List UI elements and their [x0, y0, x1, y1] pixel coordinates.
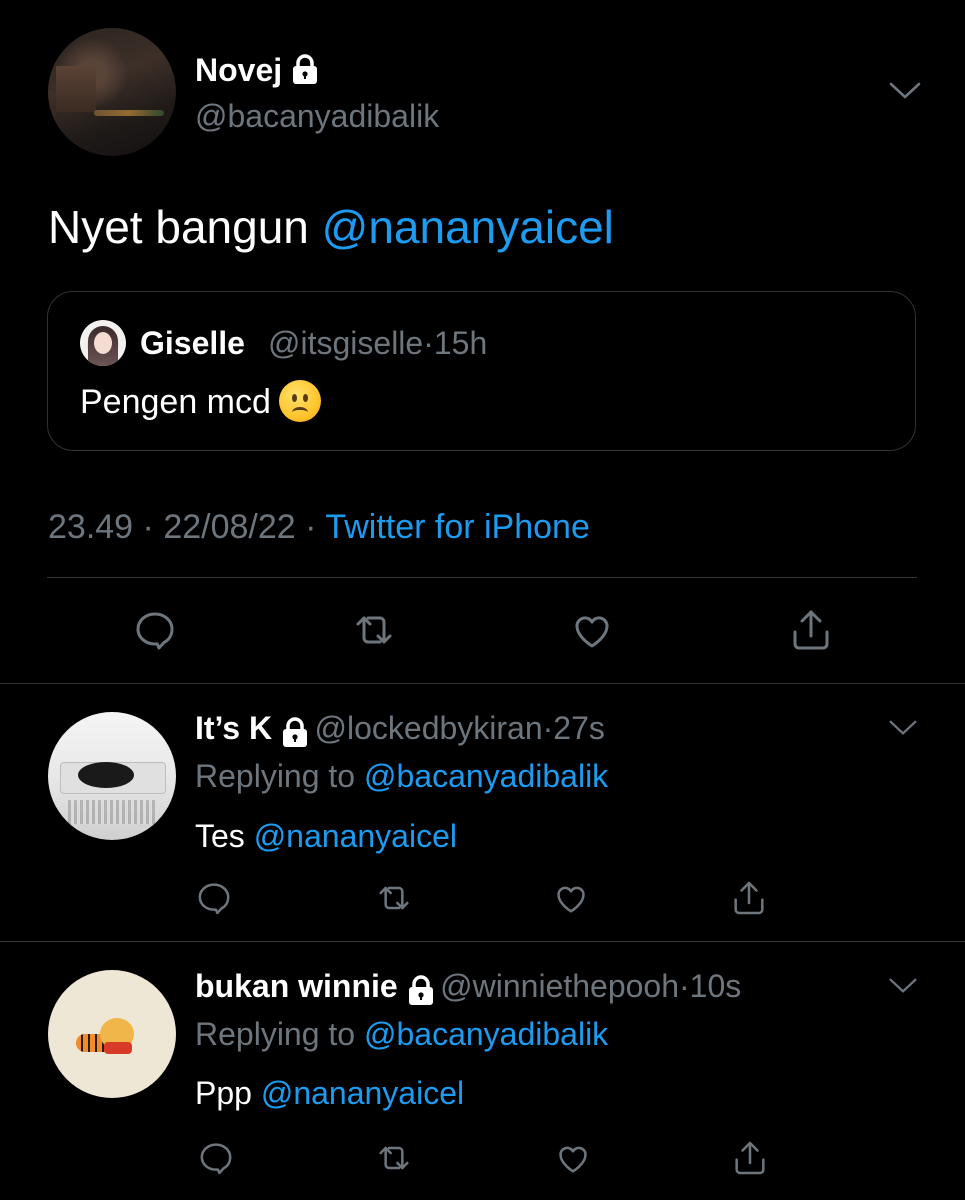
quoted-tweet-text: Pengen mcd	[80, 380, 321, 425]
chevron-down-icon[interactable]	[888, 80, 922, 107]
replying-to-label: Replying to	[195, 758, 356, 794]
tweet-text: Nyet bangun @nananyaicel	[48, 200, 614, 254]
quoted-tweet-time: 15h	[433, 325, 488, 361]
reply-header: It’s K @lockedbykiran·27s	[195, 710, 605, 753]
reply-author-handle[interactable]: @lockedbykiran	[315, 710, 543, 746]
replying-to-handle[interactable]: @bacanyadibalik	[364, 1016, 608, 1052]
reply-author-name[interactable]: bukan winnie	[195, 968, 398, 1004]
replying-to-handle[interactable]: @bacanyadibalik	[364, 758, 608, 794]
reply-author-avatar[interactable]	[48, 712, 176, 840]
reply-mention[interactable]: @nananyaicel	[254, 818, 457, 854]
reply-icon[interactable]	[194, 878, 234, 918]
meta-divider	[47, 577, 917, 578]
reply-text: Ppp @nananyaicel	[195, 1075, 464, 1112]
heart-icon[interactable]	[551, 878, 591, 918]
tweet-body: Nyet bangun	[48, 201, 309, 253]
reply-header: bukan winnie @winniethepooh·10s	[195, 968, 741, 1011]
replying-to-line: Replying to @bacanyadibalik	[195, 758, 608, 795]
separator-dot: ·	[542, 710, 554, 746]
tweet-mention[interactable]: @nananyaicel	[322, 201, 614, 253]
avatar-lights-detail	[94, 110, 164, 116]
lock-icon	[406, 974, 436, 1011]
reply-text: Tes @nananyaicel	[195, 818, 457, 855]
avatar-face-detail	[94, 332, 112, 354]
tweet-meta: 23.49 · 22/08/22 · Twitter for iPhone	[48, 508, 590, 547]
reply-divider	[0, 941, 965, 942]
author-avatar[interactable]	[48, 28, 176, 156]
lock-icon	[290, 53, 320, 93]
quoted-tweet-body: Pengen mcd	[80, 383, 271, 421]
heart-icon[interactable]	[568, 606, 616, 654]
quoted-tweet-card[interactable]	[47, 291, 916, 451]
reply-time: 10s	[689, 968, 742, 1004]
share-icon[interactable]	[787, 606, 835, 654]
reply-author-handle[interactable]: @winniethepooh	[440, 968, 679, 1004]
reply-icon[interactable]	[131, 606, 179, 654]
tweet-date: 22/08/22	[163, 508, 296, 546]
quoted-author-avatar[interactable]	[80, 320, 126, 366]
separator-dot: ·	[679, 968, 690, 1004]
avatar-record-detail	[78, 762, 134, 788]
author-handle[interactable]: @bacanyadibalik	[195, 98, 439, 135]
chevron-down-icon[interactable]	[888, 976, 918, 1001]
retweet-icon[interactable]	[374, 1138, 414, 1178]
reply-mention[interactable]: @nananyaicel	[261, 1075, 464, 1111]
tweet-divider	[0, 683, 965, 684]
share-icon[interactable]	[730, 1138, 770, 1178]
separator-dot: ·	[305, 508, 317, 546]
reply-time: 27s	[553, 710, 605, 746]
separator-dot: ·	[142, 508, 154, 546]
reply-author-avatar[interactable]	[48, 970, 176, 1098]
author-name-text: Novej	[195, 52, 283, 88]
tweet-source-link[interactable]: Twitter for iPhone	[325, 508, 590, 546]
reply-body: Ppp	[195, 1075, 252, 1111]
tweet-time: 23.49	[48, 508, 134, 546]
share-icon[interactable]	[729, 878, 769, 918]
replying-to-label: Replying to	[195, 1016, 356, 1052]
lock-icon	[280, 716, 310, 753]
emoji-mouth-detail	[291, 407, 308, 418]
quoted-author-handle: @itsgiselle	[268, 325, 424, 361]
slightly-frowning-face-emoji	[278, 380, 321, 423]
avatar-shirt-detail	[104, 1042, 132, 1054]
avatar-window-detail	[56, 66, 96, 112]
reply-author-name[interactable]: It’s K	[195, 710, 272, 746]
chevron-down-icon[interactable]	[888, 718, 918, 743]
reply-body: Tes	[195, 818, 245, 854]
quoted-author-name: Giselle	[140, 325, 245, 361]
reply-icon[interactable]	[196, 1138, 236, 1178]
separator-dot: ·	[423, 325, 434, 361]
heart-icon[interactable]	[553, 1138, 593, 1178]
quoted-author-meta: @itsgiselle·15h	[268, 325, 487, 362]
retweet-icon[interactable]	[350, 606, 398, 654]
replying-to-line: Replying to @bacanyadibalik	[195, 1016, 608, 1053]
author-name[interactable]: Novej	[195, 52, 320, 93]
retweet-icon[interactable]	[374, 878, 414, 918]
avatar-grill-detail	[68, 800, 158, 824]
